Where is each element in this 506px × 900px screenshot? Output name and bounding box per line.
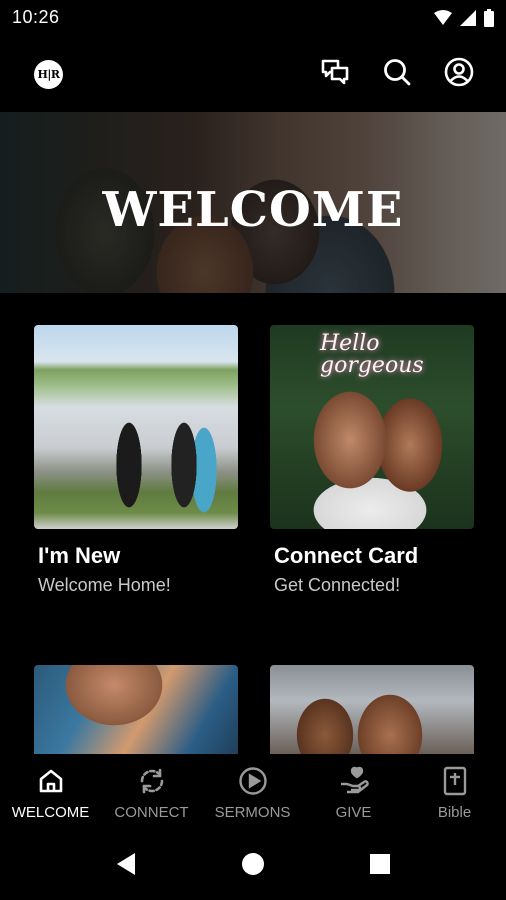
account-circle-icon — [444, 57, 474, 92]
home-circle-icon — [241, 852, 265, 881]
card-im-new[interactable]: I'm New Welcome Home! — [34, 325, 238, 605]
status-icons — [434, 9, 494, 32]
nav-bible[interactable]: Bible — [404, 754, 505, 832]
wifi-icon — [434, 10, 452, 31]
church-logo[interactable]: H|R — [34, 60, 63, 89]
card-title: Connect Card — [274, 543, 419, 568]
home-icon — [0, 766, 101, 796]
card-image — [34, 665, 238, 754]
neon-sign: Hello gorgeous — [320, 331, 424, 378]
card-title: I'm New — [38, 543, 121, 568]
battery-icon — [484, 9, 494, 32]
app-screen: 10:26 H|R WELCOME I'm New Welcome Home! … — [0, 0, 506, 900]
card-fourth[interactable] — [270, 665, 474, 754]
search-button[interactable] — [379, 56, 415, 92]
bottom-navigation: WELCOME CONNECT SERMONS GIVE Bible — [0, 754, 506, 832]
back-triangle-icon — [115, 852, 137, 881]
banner-title: WELCOME — [102, 182, 404, 238]
recents-button[interactable] — [364, 850, 396, 882]
system-navigation-bar — [0, 832, 506, 900]
welcome-banner: WELCOME — [0, 112, 506, 293]
play-circle-icon — [202, 766, 303, 796]
nav-welcome[interactable]: WELCOME — [0, 754, 101, 832]
giving-hand-icon — [303, 766, 404, 796]
sync-icon — [101, 766, 202, 796]
recents-square-icon — [369, 853, 391, 880]
card-image: Hello gorgeous — [270, 325, 474, 529]
card-subtitle: Welcome Home! — [38, 575, 171, 595]
bible-icon — [404, 766, 505, 796]
card-image — [34, 325, 238, 529]
card-image — [270, 665, 474, 754]
nav-label: WELCOME — [11, 804, 90, 821]
nav-give[interactable]: GIVE — [303, 754, 404, 832]
profile-button[interactable] — [441, 56, 477, 92]
chat-icon — [320, 58, 350, 91]
card-third[interactable] — [34, 665, 238, 754]
cell-signal-icon — [460, 10, 476, 31]
status-bar: 10:26 — [0, 0, 506, 36]
nav-connect[interactable]: CONNECT — [101, 754, 202, 832]
home-button[interactable] — [237, 850, 269, 882]
status-time: 10:26 — [12, 7, 60, 27]
messages-button[interactable] — [317, 56, 353, 92]
card-subtitle: Get Connected! — [274, 575, 401, 595]
card-connect-card[interactable]: Hello gorgeous Connect Card Get Connecte… — [270, 325, 474, 605]
nav-label: CONNECT — [114, 804, 189, 821]
nav-label: Bible — [437, 804, 472, 821]
app-bar: H|R — [0, 36, 506, 112]
nav-sermons[interactable]: SERMONS — [202, 754, 303, 832]
nav-label: SERMONS — [214, 804, 291, 821]
back-button[interactable] — [110, 850, 142, 882]
search-icon — [382, 57, 412, 92]
nav-label: GIVE — [335, 804, 372, 821]
